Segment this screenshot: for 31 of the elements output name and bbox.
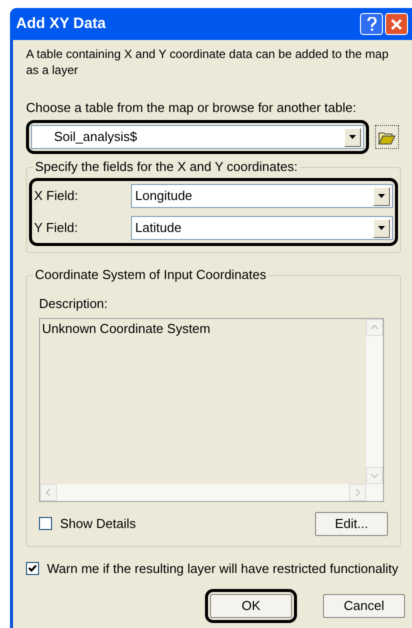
caret-icon: [378, 194, 385, 198]
field-label: Y Field:: [34, 219, 79, 238]
help-icon: [366, 17, 376, 31]
checkbox-label: Show Details: [60, 514, 136, 533]
dropdown-button[interactable]: [373, 218, 390, 238]
caret-icon: [378, 226, 385, 230]
browse-button[interactable]: [375, 125, 399, 149]
folder-icon: [378, 130, 396, 144]
edit-button[interactable]: Edit...: [315, 512, 388, 536]
table-dropdown[interactable]: Soil_analysis$: [31, 125, 364, 149]
description-text: Unknown Coordinate System: [41, 320, 212, 338]
checkbox-label: Warn me if the resulting layer will have restricted functionality: [47, 560, 398, 578]
close-icon: [391, 18, 402, 30]
field-dropdown[interactable]: Latitude: [131, 216, 393, 240]
intro-text: A table containing X and Y coordinate data can be added to the map as a layer: [26, 46, 390, 78]
group-title: Specify the fields for the X and Y coordinates:: [33, 159, 300, 175]
close-button[interactable]: [385, 13, 408, 35]
help-button[interactable]: [360, 13, 383, 35]
caret-icon: [349, 135, 356, 139]
field-label: X Field:: [34, 187, 80, 206]
field-dropdown[interactable]: Longitude: [131, 184, 393, 208]
dialog-button[interactable]: Cancel: [323, 594, 405, 618]
window-title: Add XY Data: [16, 14, 107, 34]
description-label: Description:: [39, 295, 109, 313]
group-title: Coordinate System of Input Coordinates: [33, 267, 268, 283]
dropdown-button[interactable]: [344, 128, 361, 146]
table-prompt: Choose a table from the map or browse for another table:: [26, 100, 358, 116]
checkbox[interactable]: [26, 562, 39, 576]
dropdown-button[interactable]: [373, 186, 390, 206]
checkbox[interactable]: [39, 517, 52, 530]
dialog-button[interactable]: OK: [210, 594, 292, 618]
